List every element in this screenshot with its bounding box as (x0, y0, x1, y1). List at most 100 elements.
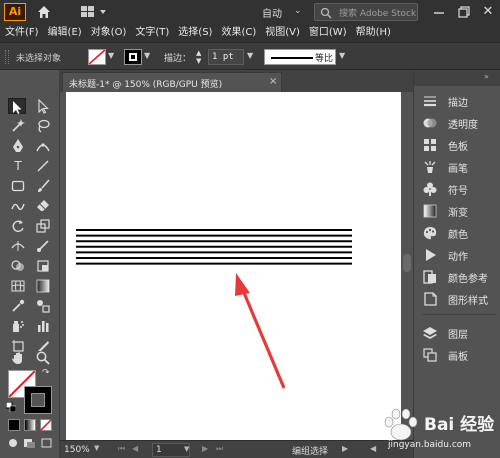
menu-edit[interactable]: 编辑(E) (44, 24, 86, 42)
chevron-down-icon[interactable]: ▼ (94, 444, 99, 452)
shape-builder-tool-icon[interactable] (9, 258, 27, 274)
direct-selection-tool-icon[interactable] (34, 98, 52, 114)
column-graph-tool-icon[interactable] (34, 318, 52, 334)
variable-width-profile[interactable]: 等比 (264, 49, 336, 65)
default-fill-stroke-icon[interactable] (6, 402, 16, 412)
chevron-down-icon[interactable]: ▼ (108, 51, 114, 60)
chevron-down-icon[interactable]: ⌄ (294, 6, 302, 16)
home-icon[interactable] (36, 4, 52, 20)
mesh-tool-icon[interactable] (9, 278, 27, 294)
artboard[interactable] (66, 92, 402, 440)
panel-stroke[interactable]: 描边 (418, 90, 498, 112)
maximize-icon[interactable] (456, 4, 472, 20)
panel-label: 图形样式 (448, 296, 488, 307)
horizontal-scroll-left-icon[interactable]: ◀ (370, 444, 376, 453)
gradient-tool-icon[interactable] (34, 278, 52, 294)
panel-graphic-styles[interactable]: 图形样式 (418, 288, 498, 310)
menu-file[interactable]: 文件(F) (1, 24, 43, 42)
menu-effect[interactable]: 效果(C) (217, 24, 260, 42)
magic-wand-tool-icon[interactable] (9, 118, 27, 134)
panel-brushes[interactable]: 画笔 (418, 156, 498, 178)
panel-label: 渐变 (448, 208, 468, 219)
eyedropper-tool-icon[interactable] (9, 298, 27, 314)
chevron-down-icon[interactable]: ▼ (144, 51, 150, 60)
menu-window[interactable]: 窗口(W) (305, 24, 351, 42)
menu-bar: 文件(F) 编辑(E) 对象(O) 文字(T) 选择(S) 效果(C) 视图(V… (0, 24, 500, 42)
menu-object[interactable]: 对象(O) (87, 24, 131, 42)
chevron-down-icon[interactable]: ▼ (247, 51, 253, 60)
selection-tool-icon[interactable] (8, 98, 26, 114)
menu-help[interactable]: 帮助(H) (352, 24, 395, 42)
stroke-weight-field[interactable]: 1 pt (208, 49, 244, 65)
workspace-switcher[interactable]: 自动 (262, 5, 282, 20)
puppet-warp-tool-icon[interactable] (34, 238, 52, 254)
panel-label: 颜色 (448, 230, 468, 241)
rotate-tool-icon[interactable] (9, 218, 27, 234)
chevron-down-icon[interactable]: ▼ (339, 51, 345, 60)
menu-view[interactable]: 视图(V) (261, 24, 304, 42)
type-tool-icon[interactable]: T (9, 158, 27, 174)
pen-tool-icon[interactable] (9, 138, 27, 154)
stroke-label[interactable]: 描边： (164, 51, 191, 64)
curvature-tool-icon[interactable] (34, 138, 52, 154)
canvas-area[interactable] (60, 92, 413, 440)
menu-select[interactable]: 选择(S) (174, 24, 216, 42)
panel-grip-icon[interactable] (5, 50, 9, 64)
close-icon[interactable]: ✕ (480, 4, 496, 20)
stroke-color-swatch[interactable] (124, 49, 142, 65)
swap-fill-stroke-icon[interactable]: ↷ (42, 368, 50, 378)
panel-artboards[interactable]: 画板 (418, 344, 498, 366)
panel-layers[interactable]: 图层 (418, 322, 498, 344)
vertical-scrollbar[interactable] (401, 92, 413, 440)
graphic-style-icon (424, 292, 437, 306)
chevron-down-icon[interactable]: ▼ (184, 445, 189, 453)
horizontal-lines-group[interactable] (76, 229, 352, 265)
next-artboard-icon[interactable]: ▶ (202, 444, 208, 453)
paintbrush-tool-icon[interactable] (34, 178, 52, 194)
scrollbar-thumb[interactable] (403, 254, 411, 272)
free-transform-tool-icon[interactable] (34, 258, 52, 274)
line-segment-tool-icon[interactable] (34, 158, 52, 174)
collapse-panels-icon[interactable]: » (484, 72, 489, 81)
first-artboard-icon[interactable]: ⏮ (118, 444, 125, 454)
stroke-swatch[interactable] (24, 386, 52, 414)
watermark-url: jingyan.baidu.com (388, 440, 472, 450)
close-icon[interactable]: × (269, 76, 277, 87)
panel-actions[interactable]: 动作 (418, 244, 498, 266)
brush-icon (424, 161, 436, 173)
zoom-tool-icon[interactable] (34, 350, 52, 366)
document-tab[interactable]: 未标题-1* @ 150% (RGB/GPU 预览) × (62, 72, 282, 92)
panel-transparency[interactable]: 透明度 (418, 112, 498, 134)
transparency-icon (423, 118, 437, 128)
menu-type[interactable]: 文字(T) (131, 24, 173, 42)
symbol-sprayer-tool-icon[interactable] (9, 318, 27, 334)
panel-color[interactable]: 颜色 (418, 222, 498, 244)
arrange-documents-icon[interactable] (80, 5, 110, 19)
blend-tool-icon[interactable] (34, 298, 52, 314)
status-menu-icon[interactable]: ▶ (342, 444, 348, 453)
width-tool-icon[interactable] (9, 238, 27, 254)
panel-color-guide[interactable]: 颜色参考 (418, 266, 498, 288)
minimize-icon[interactable] (430, 4, 448, 20)
panel-gradient[interactable]: 渐变 (418, 200, 498, 222)
none-mode-icon[interactable] (40, 419, 52, 431)
panel-swatches[interactable]: 色板 (418, 134, 498, 156)
gradient-mode-icon[interactable] (24, 419, 36, 431)
hand-tool-icon[interactable] (9, 350, 27, 366)
panel-dock-header[interactable]: » (414, 70, 500, 86)
color-mode-icon[interactable] (8, 419, 20, 431)
last-artboard-icon[interactable]: ⏭ (216, 444, 223, 454)
previous-artboard-icon[interactable]: ◀ (132, 444, 138, 453)
fill-stroke-control[interactable]: ↷ (6, 368, 52, 414)
stock-search-input[interactable]: 搜索 Adobe Stock (314, 3, 418, 21)
lasso-tool-icon[interactable] (34, 118, 52, 134)
stroke-lines-icon (424, 96, 436, 107)
stroke-weight-stepper[interactable]: ▲ ▼ (196, 49, 206, 65)
rectangle-tool-icon[interactable] (9, 178, 27, 194)
scale-tool-icon[interactable] (34, 218, 52, 234)
panel-symbols[interactable]: 符号 (418, 178, 498, 200)
shaper-tool-icon[interactable] (9, 198, 27, 214)
drawing-mode-icon[interactable] (8, 436, 56, 450)
eraser-tool-icon[interactable] (34, 198, 52, 214)
fill-color-swatch[interactable] (88, 49, 106, 65)
